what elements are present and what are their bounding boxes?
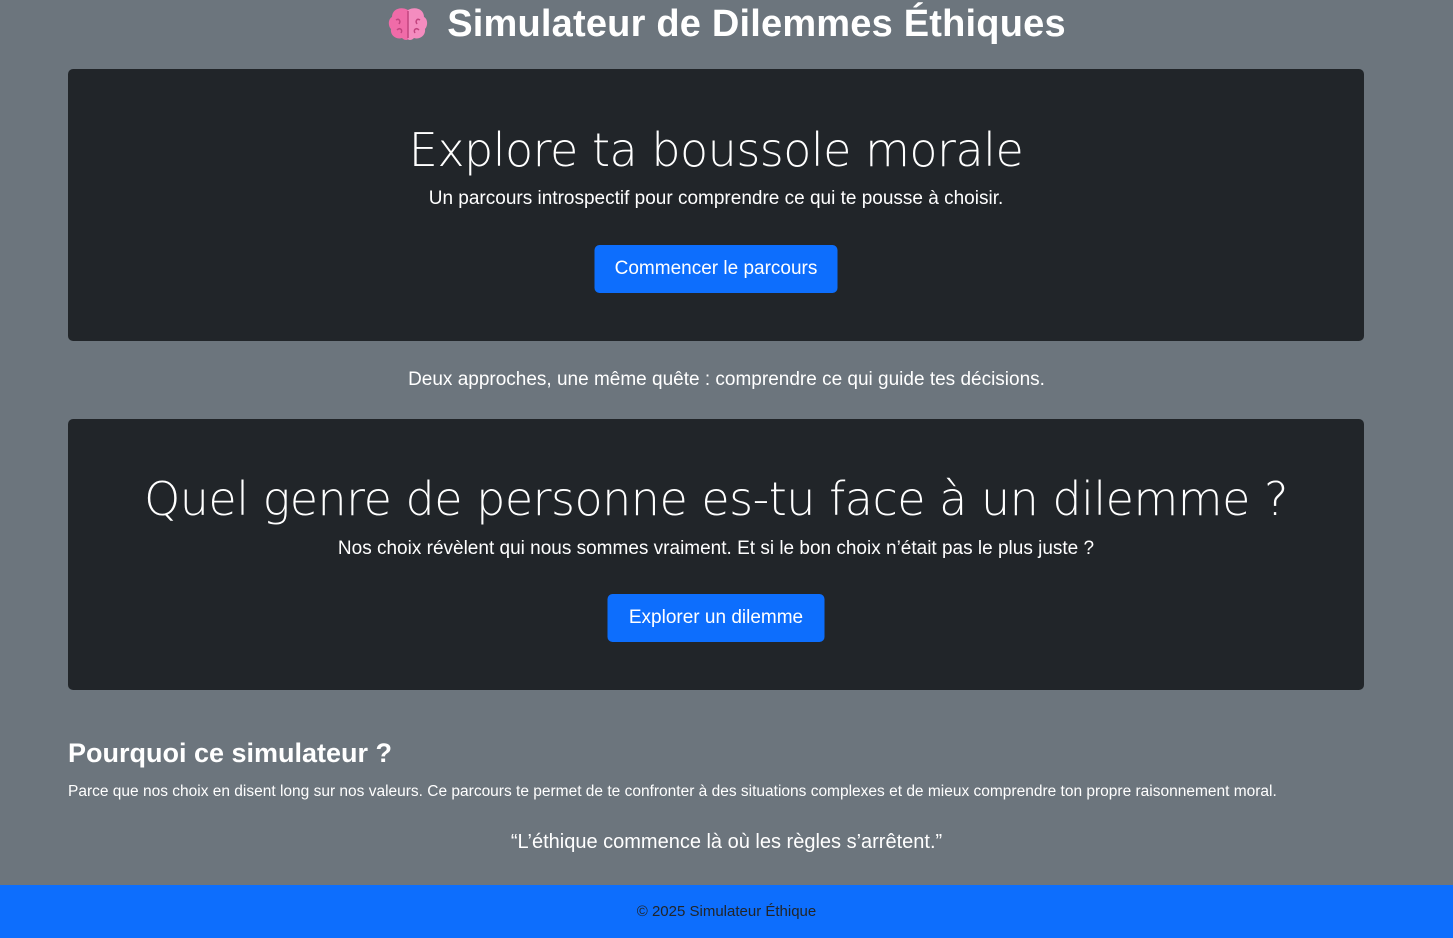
footer-copyright: © 2025 Simulateur Éthique — [636, 903, 817, 920]
why-title: Pourquoi ce simulateur ? — [68, 738, 393, 768]
site-title: Simulateur de Dilemmes Éthiques — [447, 2, 1066, 45]
site-header: Simulateur de Dilemmes Éthiques — [0, 0, 1453, 48]
dilemma-card: Quel genre de personne es-tu face à un d… — [68, 419, 1364, 690]
brain-icon — [387, 6, 429, 42]
start-journey-button[interactable]: Commencer le parcours — [594, 245, 838, 293]
quote: “L’éthique commence là où les règles s’a… — [510, 831, 943, 853]
hero-card: Explore ta boussole morale Un parcours i… — [68, 69, 1364, 341]
tagline: Deux approches, une même quête : compren… — [408, 369, 1045, 390]
why-text: Parce que nos choix en disent long sur n… — [68, 783, 1277, 800]
dilemma-subtitle: Nos choix révèlent qui nous sommes vraim… — [337, 538, 1095, 559]
explore-dilemma-button[interactable]: Explorer un dilemme — [607, 594, 825, 642]
dilemma-heading: Quel genre de personne es-tu face à un d… — [144, 472, 1288, 526]
hero-subtitle: Un parcours introspectif pour comprendre… — [428, 188, 1004, 209]
page: Simulateur de Dilemmes Éthiques Explore … — [0, 0, 1453, 938]
hero-heading: Explore ta boussole morale — [408, 123, 1024, 177]
footer: © 2025 Simulateur Éthique — [0, 885, 1453, 938]
